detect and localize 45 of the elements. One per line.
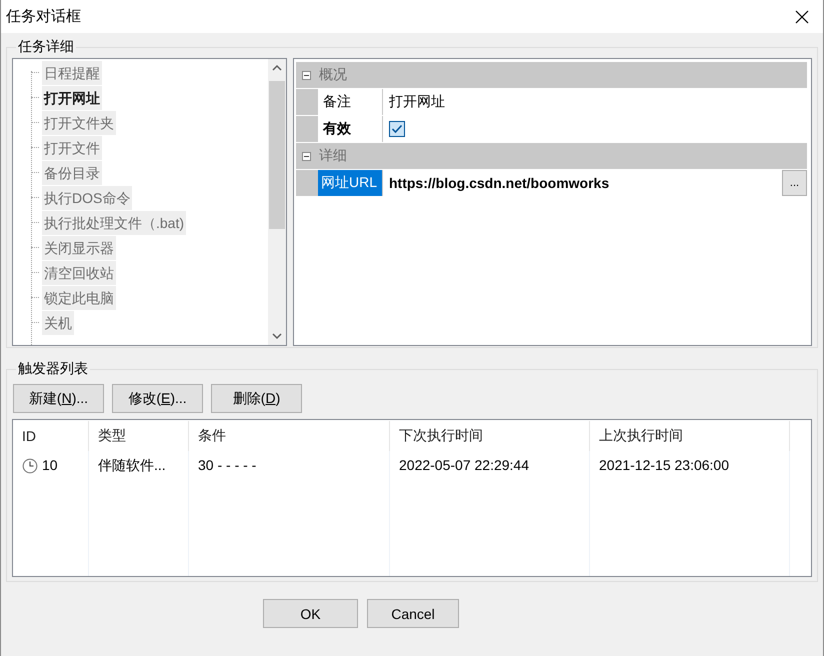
- tree-item[interactable]: 打开文件夹: [42, 110, 116, 134]
- table-cell: 2022-05-07 22:29:44: [399, 457, 529, 473]
- column-header[interactable]: 类型: [89, 421, 189, 451]
- table-cell: 2021-12-15 23:06:00: [599, 457, 729, 473]
- new-button[interactable]: 新建(N)...: [13, 384, 104, 413]
- group-title: 触发器列表: [17, 360, 89, 378]
- property-label[interactable]: 有效: [318, 116, 382, 142]
- tree-item[interactable]: 日程提醒: [42, 60, 102, 84]
- tree-item[interactable]: 打开网址: [42, 86, 102, 110]
- scrollbar[interactable]: [268, 59, 286, 345]
- scroll-up-icon[interactable]: [271, 64, 283, 72]
- checkbox[interactable]: [389, 121, 405, 137]
- property-label[interactable]: 备注: [318, 89, 382, 115]
- table-cell: 伴随软件...: [98, 457, 166, 475]
- ok-button[interactable]: OK: [263, 599, 358, 628]
- table-cell: 30 - - - - -: [198, 457, 256, 473]
- collapse-icon[interactable]: [302, 70, 311, 80]
- property-value[interactable]: 打开网址: [389, 93, 445, 111]
- column-header[interactable]: 下次执行时间: [390, 421, 590, 451]
- close-icon[interactable]: [795, 10, 809, 24]
- tree-item[interactable]: 关机: [42, 310, 74, 334]
- edit-button[interactable]: 修改(E)...: [112, 384, 203, 413]
- cancel-button[interactable]: Cancel: [367, 599, 459, 628]
- tree-item[interactable]: 锁定此电脑: [42, 286, 116, 310]
- column-header[interactable]: 上次执行时间: [590, 421, 790, 451]
- browse-button[interactable]: ...: [782, 170, 807, 196]
- scroll-down-icon[interactable]: [271, 332, 283, 340]
- group-title: 任务详细: [17, 38, 75, 56]
- tree-item[interactable]: 关闭显示器: [42, 236, 116, 260]
- scrollbar-thumb[interactable]: [269, 81, 285, 229]
- column-header[interactable]: ID: [13, 421, 89, 451]
- category-label: 概况: [319, 66, 347, 84]
- tree-item[interactable]: 执行DOS命令: [42, 186, 132, 210]
- property-label[interactable]: 网址URL: [318, 170, 382, 196]
- tree-item[interactable]: 打开文件: [42, 136, 102, 160]
- delete-button[interactable]: 删除(D): [211, 384, 302, 413]
- tree-item[interactable]: 执行批处理文件（.bat): [42, 210, 186, 234]
- window-title: 任务对话框: [6, 7, 81, 26]
- collapse-icon[interactable]: [302, 152, 311, 160]
- column-header[interactable]: 条件: [189, 421, 390, 451]
- tree-item[interactable]: 清空回收站: [42, 260, 116, 284]
- table-cell: 10: [42, 457, 58, 473]
- category-label: 详细: [319, 147, 347, 165]
- clock-icon: [22, 458, 38, 474]
- tree-item[interactable]: 备份目录: [42, 160, 102, 184]
